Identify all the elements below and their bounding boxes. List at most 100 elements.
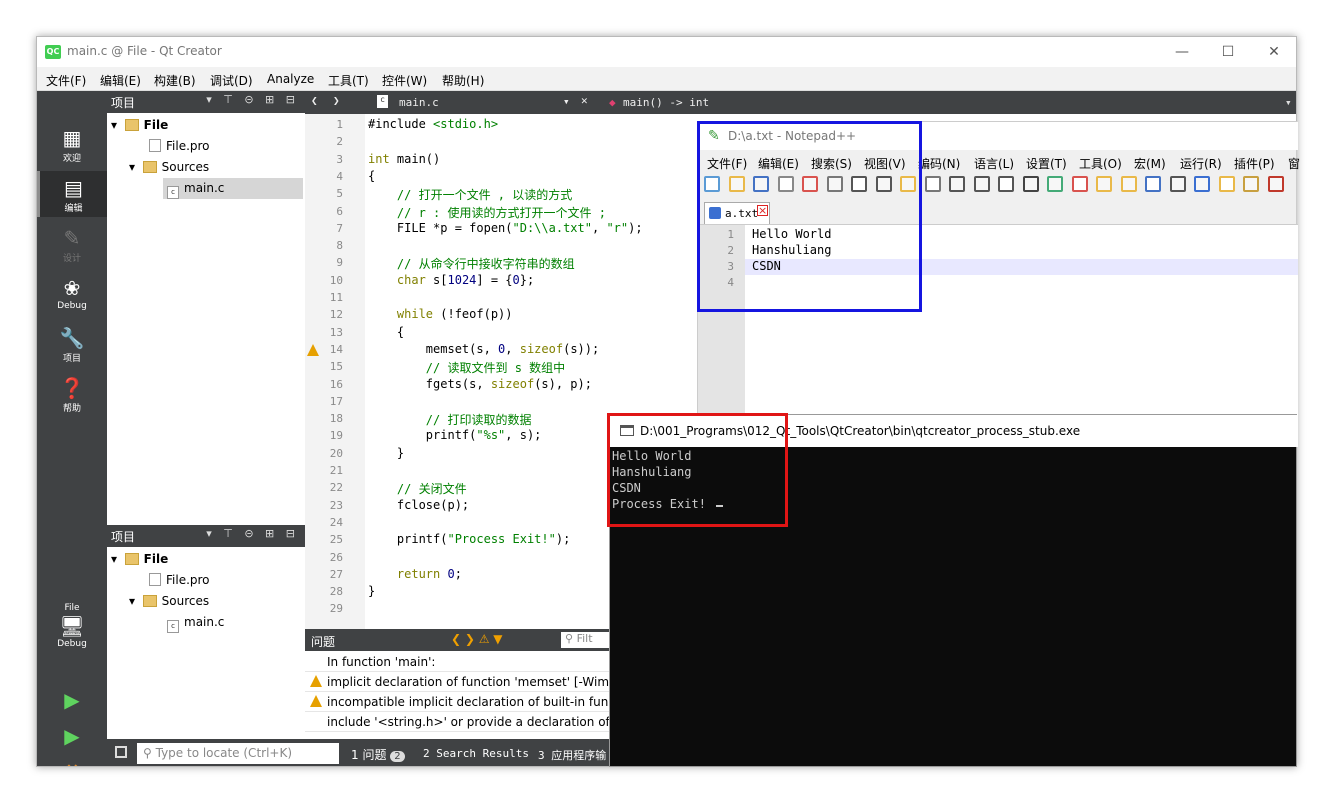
np-menu-tools[interactable]: 工具(O) — [1079, 155, 1122, 172]
menu-tools[interactable]: 工具(T) — [328, 72, 369, 89]
toolbar-button-icon[interactable] — [1022, 176, 1039, 192]
close-button[interactable]: ✕ — [1259, 42, 1289, 62]
toolbar-button-icon[interactable] — [1169, 176, 1186, 192]
pencil-icon: ✎ — [63, 226, 81, 250]
line-number: 4 — [336, 169, 343, 183]
toolbar-button-icon[interactable] — [973, 176, 990, 192]
debug-run-button[interactable]: ▶ — [37, 723, 107, 749]
np-menu-macro[interactable]: 宏(M) — [1134, 155, 1166, 172]
toolbar-button-icon[interactable] — [1243, 176, 1259, 192]
mode-edit[interactable]: ▤ 编辑 — [37, 171, 107, 217]
run-button[interactable]: ▶ — [37, 687, 107, 713]
code-line: { — [368, 324, 405, 339]
toolbar-button-icon[interactable] — [1145, 176, 1161, 192]
pro-file-icon — [149, 573, 161, 586]
line-number: 3 — [336, 152, 343, 166]
open-file-name[interactable]: main.c — [399, 96, 439, 109]
code-line: } — [368, 445, 405, 460]
output-tab-app-output[interactable]: 3 应用程序输 — [538, 747, 606, 763]
issue-row[interactable]: implicit declaration of function 'memset… — [305, 672, 611, 692]
folder-icon — [124, 119, 139, 131]
issue-row[interactable]: include '<string.h>' or provide a declar… — [305, 712, 611, 732]
play-icon: ▶ — [64, 688, 80, 712]
toolbar-button-icon[interactable] — [998, 176, 1014, 192]
back-icon[interactable]: ❮ — [311, 94, 318, 107]
np-menu-settings[interactable]: 设置(T) — [1026, 155, 1067, 172]
np-menu-plugins[interactable]: 插件(P) — [1234, 155, 1275, 172]
project-pane-2-title: 项目 — [111, 530, 136, 544]
window-title: main.c @ File - Qt Creator — [67, 44, 222, 58]
build-button[interactable]: ⚒ — [37, 759, 107, 766]
line-number: 26 — [329, 550, 343, 564]
issue-row[interactable]: incompatible implicit declaration of bui… — [305, 692, 611, 712]
menu-debug[interactable]: 调试(D) — [210, 72, 253, 89]
help-icon: ❓ — [59, 376, 85, 400]
menu-controls[interactable]: 控件(W) — [382, 72, 427, 89]
code-line: // 从命令行中接收字符串的数组 — [368, 257, 575, 272]
close-file-icon[interactable]: ✕ — [581, 94, 588, 107]
tree-pro-file[interactable]: File.pro — [149, 136, 210, 157]
tree-main-c[interactable]: c main.c — [163, 178, 303, 199]
mode-welcome[interactable]: ▦ 欢迎 — [37, 125, 107, 164]
mode-design[interactable]: ✎ 设计 — [37, 225, 107, 264]
np-menu-window[interactable]: 窗 — [1288, 155, 1300, 172]
toolbar-button-icon[interactable] — [949, 176, 965, 192]
kit-selector[interactable]: File 🖥 Debug — [37, 603, 107, 649]
code-line: memset(s, 0, sizeof(s)); — [368, 341, 600, 356]
menu-help[interactable]: 帮助(H) — [442, 72, 484, 89]
folder-icon — [124, 553, 139, 565]
issue-row[interactable]: In function 'main': — [305, 652, 611, 672]
issues-nav-icons[interactable]: ❮ ❯ ⚠ ▼ — [451, 632, 503, 646]
menu-bar: 文件(F) 编辑(E) 构建(B) 调试(D) Analyze 工具(T) 控件… — [37, 67, 1296, 91]
toolbar-button-icon[interactable] — [1218, 176, 1235, 192]
encoding-dropdown-icon[interactable]: ▾ — [1285, 96, 1292, 109]
code-line: int main() — [368, 151, 441, 166]
menu-file[interactable]: 文件(F) — [46, 72, 86, 89]
tree-2-root[interactable]: ▾ File — [111, 549, 168, 570]
tree-2-pro-file[interactable]: File.pro — [149, 570, 210, 591]
toolbar-button-icon[interactable] — [1194, 176, 1210, 192]
project-tree: ▾ File File.pro ▾ Sources c main.c — [107, 113, 305, 519]
mode-projects[interactable]: 🔧 项目 — [37, 325, 107, 364]
locator-input[interactable]: ⚲ Type to locate (Ctrl+K) — [137, 743, 339, 764]
tree-root[interactable]: ▾ File — [111, 115, 168, 136]
np-menu-run[interactable]: 运行(R) — [1180, 155, 1222, 172]
toolbar-button-icon[interactable] — [924, 176, 941, 192]
menu-edit[interactable]: 编辑(E) — [100, 72, 141, 89]
tree-2-main-c[interactable]: c main.c — [167, 612, 224, 633]
toolbar-button-icon[interactable] — [1267, 176, 1284, 192]
mode-sidebar: ▦ 欢迎 ▤ 编辑 ✎ 设计 ❀ Debug 🔧 项目 ❓ 帮助 File 🖥 Debug … — [37, 91, 107, 766]
toolbar-button-icon[interactable] — [1096, 176, 1112, 192]
toggle-sidebar-icon[interactable] — [115, 746, 127, 758]
project-pane-title: 项目 — [111, 96, 136, 110]
line-number: 9 — [336, 256, 343, 270]
pane-2-tool-icons[interactable]: ▾ ⊤ ⊝ ⊞ ⊟ — [206, 527, 299, 540]
title-bar: QC main.c @ File - Qt Creator — ☐ ✕ — [37, 37, 1296, 67]
bug-icon: ❀ — [63, 276, 81, 300]
issues-filter-input[interactable]: ⚲ Filt — [561, 632, 611, 648]
pane-tool-icons[interactable]: ▾ ⊤ ⊝ ⊞ ⊟ — [206, 93, 299, 106]
line-number: 23 — [329, 498, 343, 512]
forward-icon[interactable]: ❯ — [333, 94, 340, 107]
file-dropdown-icon[interactable]: ▾ — [563, 95, 570, 108]
np-menu-encoding[interactable]: 编码(N) — [918, 155, 960, 172]
toolbar-button-icon[interactable] — [1071, 176, 1088, 192]
mode-debug[interactable]: ❀ Debug — [37, 275, 107, 311]
toolbar-button-icon[interactable] — [1120, 176, 1137, 192]
output-tab-search[interactable]: 2 Search Results — [423, 747, 529, 760]
menu-analyze[interactable]: Analyze — [267, 72, 314, 86]
maximize-button[interactable]: ☐ — [1213, 42, 1243, 62]
toolbar-button-icon[interactable] — [1047, 176, 1063, 192]
tree-sources[interactable]: ▾ Sources — [129, 157, 209, 178]
np-menu-language[interactable]: 语言(L) — [974, 155, 1014, 172]
folder-icon — [142, 161, 157, 173]
symbol-selector[interactable]: main() -> int — [623, 96, 709, 109]
mode-help[interactable]: ❓ 帮助 — [37, 375, 107, 414]
output-tab-issues[interactable]: 1 问题 2 — [351, 746, 405, 763]
minimize-button[interactable]: — — [1167, 42, 1197, 62]
menu-build[interactable]: 构建(B) — [154, 72, 196, 89]
tree-2-sources[interactable]: ▾ Sources — [129, 591, 209, 612]
line-number: 15 — [329, 360, 343, 374]
kit-project-label: File — [64, 603, 80, 613]
issues-count-badge: 2 — [390, 751, 405, 762]
